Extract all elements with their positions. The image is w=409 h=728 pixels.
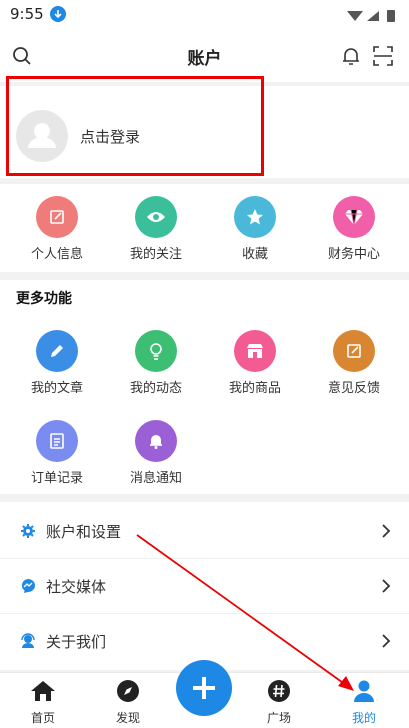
chevron-right-icon (381, 633, 391, 649)
messenger-icon (20, 578, 36, 594)
pencil-icon (36, 330, 78, 372)
chevron-right-icon (381, 523, 391, 539)
bell-icon (135, 420, 177, 462)
home-icon (31, 681, 55, 701)
tab-label: 发现 (115, 711, 140, 725)
status-icons (345, 8, 397, 27)
feature-label: 意见反馈 (327, 381, 380, 396)
download-icon (50, 6, 66, 22)
tab-discover[interactable]: 发现 (93, 679, 163, 726)
menu-item-label: 社交媒体 (46, 578, 107, 596)
compass-icon (117, 680, 139, 702)
feature-my-products[interactable]: 我的商品 (205, 330, 305, 396)
bulb-icon (135, 330, 177, 372)
tab-label: 广场 (266, 711, 291, 725)
support-icon (20, 633, 36, 649)
feedback-icon (333, 330, 375, 372)
feature-my-articles[interactable]: 我的文章 (7, 330, 107, 396)
diamond-icon (333, 196, 375, 238)
edit-icon (36, 196, 78, 238)
hashtag-icon (268, 680, 290, 702)
feature-orders[interactable]: 订单记录 (7, 420, 107, 486)
quick-item-label: 收藏 (241, 247, 268, 262)
bell-icon[interactable] (340, 45, 362, 67)
app-header: 账户 (0, 30, 409, 82)
settings-menu: 账户和设置 社交媒体 关于我们 (0, 502, 409, 670)
tab-home[interactable]: 首页 (8, 679, 78, 726)
scan-icon[interactable] (372, 45, 394, 67)
order-icon (36, 420, 78, 462)
shop-icon (234, 330, 276, 372)
tab-label: 我的 (351, 711, 376, 725)
feature-label: 我的商品 (228, 381, 281, 396)
tab-label: 首页 (30, 711, 55, 725)
star-icon (234, 196, 276, 238)
quick-item-label: 个人信息 (30, 247, 83, 262)
menu-item-social-media[interactable]: 社交媒体 (0, 559, 409, 613)
feature-label: 我的动态 (129, 381, 182, 396)
feature-my-posts[interactable]: 我的动态 (106, 330, 206, 396)
eye-icon (135, 196, 177, 238)
menu-item-label: 关于我们 (46, 633, 107, 651)
feature-label: 我的文章 (30, 381, 83, 396)
quick-actions: 个人信息 我的关注 收藏 财务中心 (0, 184, 409, 272)
user-icon (354, 680, 374, 702)
feature-feedback[interactable]: 意见反馈 (304, 330, 404, 396)
quick-item-finance[interactable]: 财务中心 (304, 196, 404, 262)
status-bar: 9:55 (0, 0, 409, 30)
quick-item-profile[interactable]: 个人信息 (7, 196, 107, 262)
menu-item-label: 账户和设置 (46, 523, 122, 541)
quick-item-label: 财务中心 (327, 247, 380, 262)
add-post-button[interactable] (176, 660, 232, 716)
chevron-right-icon (381, 578, 391, 594)
tab-mine[interactable]: 我的 (329, 679, 399, 726)
feature-label: 订单记录 (30, 471, 83, 486)
quick-item-favorites[interactable]: 收藏 (205, 196, 305, 262)
menu-item-account-settings[interactable]: 账户和设置 (0, 504, 409, 558)
feature-label: 消息通知 (129, 471, 182, 486)
status-time: 9:55 (10, 5, 44, 23)
plus-icon (193, 677, 215, 699)
section-title: 更多功能 (16, 291, 72, 307)
highlight-box (6, 76, 264, 176)
settings-gear-icon (20, 523, 36, 539)
tab-square[interactable]: 广场 (244, 679, 314, 726)
quick-item-label: 我的关注 (129, 247, 182, 262)
quick-item-following[interactable]: 我的关注 (106, 196, 206, 262)
feature-notifications[interactable]: 消息通知 (106, 420, 206, 486)
